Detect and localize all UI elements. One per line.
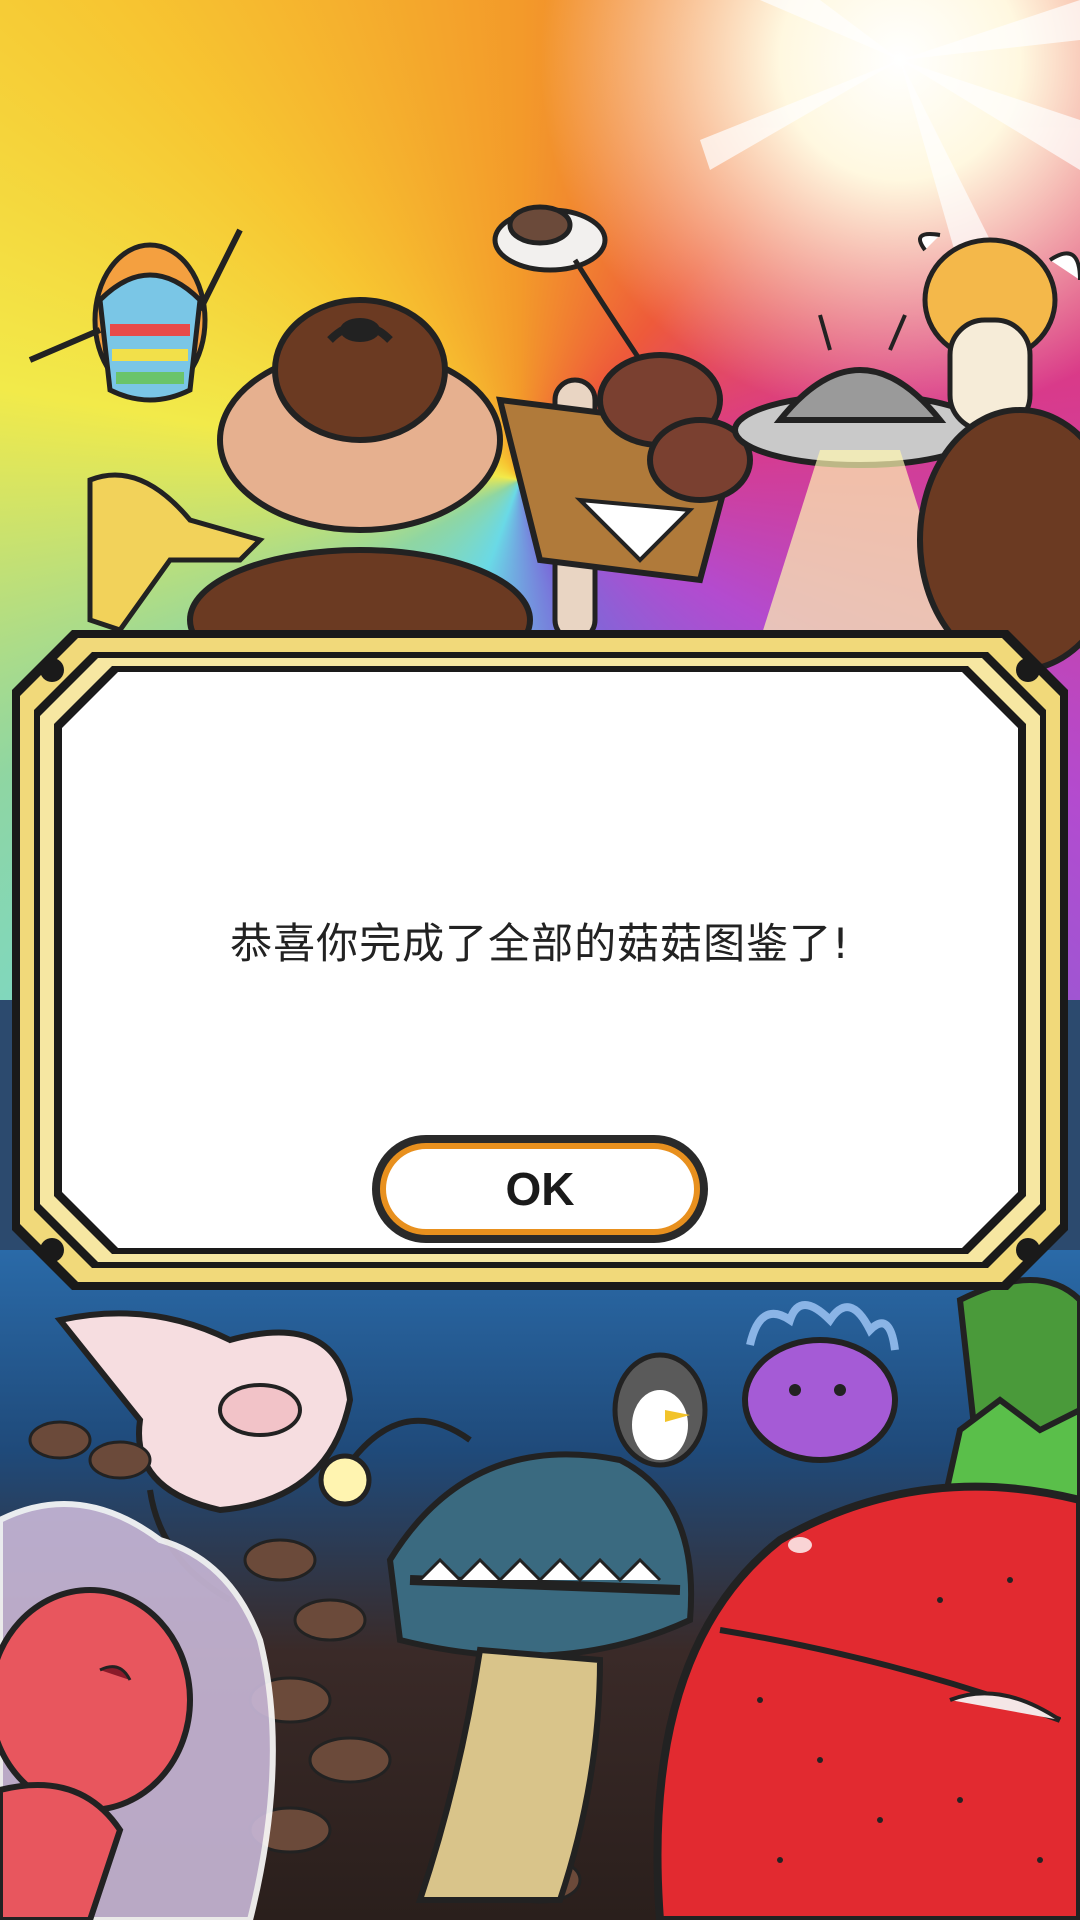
sun-rays: [700, 0, 1080, 270]
dialog-message: 恭喜你完成了全部的菇菇图鉴了!: [230, 919, 850, 968]
mushroom-basket-icon: [496, 352, 753, 584]
penguin-icon: [612, 1352, 708, 1468]
ok-button-label: OK: [505, 1163, 575, 1215]
ok-button[interactable]: OK: [372, 1135, 708, 1243]
rainbow-mushroom-icon: [28, 228, 243, 403]
sumo-mushroom-icon: [217, 297, 503, 533]
completion-dialog: 恭喜你完成了全部的菇菇图鉴了! OK: [12, 630, 1068, 1290]
game-screen: 恭喜你完成了全部的菇菇图鉴了! OK: [0, 0, 1080, 1920]
angel-mushroom-icon: [918, 232, 1080, 433]
anemone-icon: [742, 1301, 899, 1463]
shell-mushroom-icon: [0, 1501, 276, 1920]
anglerfish-mushroom-icon: [318, 1417, 695, 1903]
ok-button-face[interactable]: OK: [380, 1143, 700, 1235]
strawberry-mushroom-icon: [653, 1396, 1080, 1920]
